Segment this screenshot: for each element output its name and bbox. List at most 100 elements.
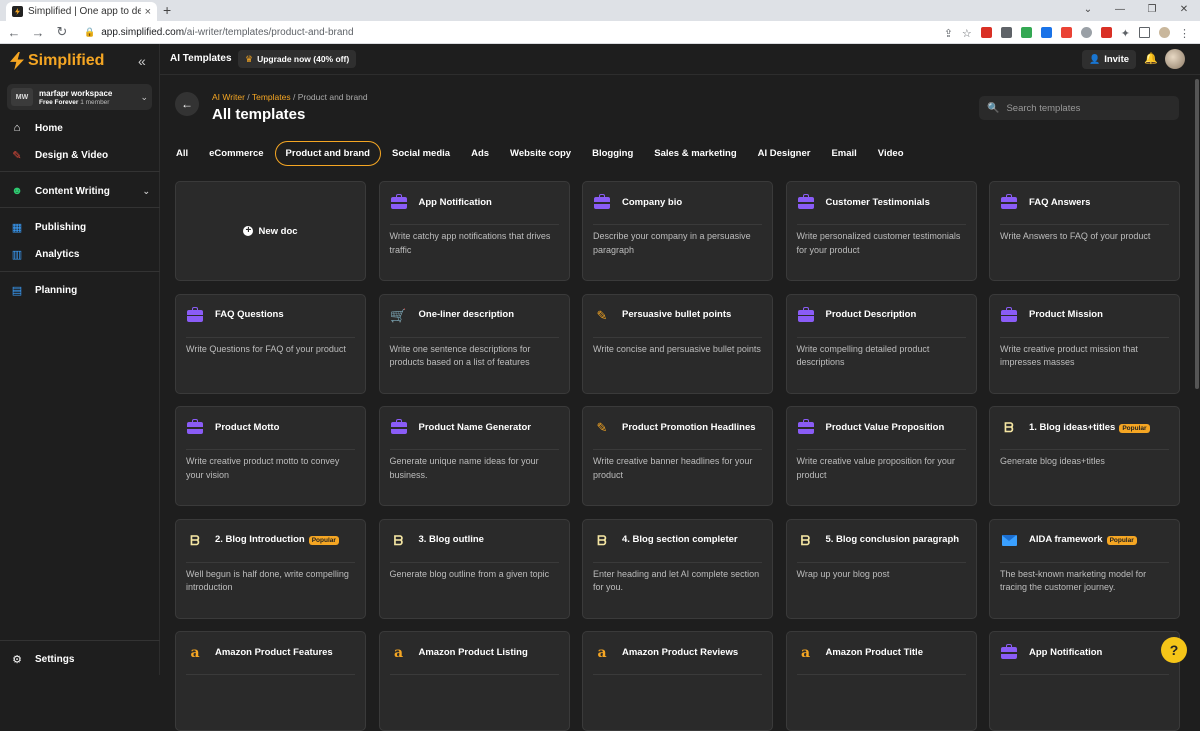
tab-ecommerce[interactable]: eCommerce [209, 141, 263, 166]
sidebar-item-home[interactable]: ⌂ Home [10, 122, 150, 134]
reload-icon[interactable]: ↻ [52, 24, 72, 40]
sidebar-item-settings[interactable]: ⚙ Settings [10, 653, 150, 666]
card-description: Write creative value proposition for you… [796, 456, 955, 480]
template-card[interactable]: Company bio Describe your company in a pe… [582, 181, 773, 281]
search-input[interactable] [1006, 102, 1167, 114]
extension-icon[interactable] [1020, 26, 1032, 38]
profile-avatar[interactable] [1159, 26, 1170, 38]
bell-icon[interactable]: 🔔 [1144, 52, 1158, 65]
tab-sales-marketing[interactable]: Sales & marketing [654, 141, 736, 166]
template-card[interactable]: AIDA framework Popular The best-known mark… [989, 518, 1180, 619]
back-button[interactable]: ← [175, 92, 199, 116]
template-card[interactable]: ᗷ 5. Blog conclusion paragraph Wrap up you… [785, 518, 977, 619]
card-description: Write catchy app notifications that driv… [389, 231, 551, 255]
template-card[interactable]: FAQ Questions Write Questions for FAQ of … [175, 293, 366, 394]
template-card[interactable]: Product Name Generator Generate unique na… [378, 406, 570, 506]
extension-icon[interactable] [1040, 26, 1052, 38]
card-title: One-liner description [418, 309, 515, 321]
puzzle-extensions-icon[interactable]: ✦ [1121, 27, 1130, 40]
new-doc-card[interactable]: + New doc [175, 181, 366, 281]
tab-video[interactable]: Video [878, 141, 904, 166]
tab-product-and-brand[interactable]: Product and brand [274, 141, 381, 166]
template-card[interactable]: Product Mission Write creative product mi… [989, 293, 1180, 394]
sidebar-item-design-video[interactable]: ✎ Design & Video [10, 149, 150, 162]
template-card[interactable]: ᗷ 4. Blog section completer Enter heading … [582, 518, 773, 619]
workspace-switcher[interactable]: MW marfapr workspace Free Forever 1 memb… [7, 84, 152, 110]
sidebar-divider [0, 207, 160, 208]
card-title: App Notification [418, 196, 492, 208]
template-card[interactable]: App Notification Write catchy app notific… [378, 181, 570, 281]
template-card[interactable]: App Notification [989, 631, 1180, 731]
calendar-icon: ▦ [11, 221, 23, 234]
template-card[interactable]: ᗷ 1. Blog ideas+titles Popular Generate blo… [989, 406, 1180, 506]
template-card[interactable]: a Amazon Product Listing [378, 631, 570, 731]
sidebar-item-publishing[interactable]: ▦ Publishing [10, 221, 150, 234]
simplified-favicon-icon [12, 6, 23, 17]
tab-all[interactable]: All [176, 141, 188, 166]
help-button[interactable]: ? [1161, 637, 1187, 663]
amazon-icon: a [800, 645, 811, 661]
extension-icon[interactable] [1000, 26, 1012, 38]
breadcrumb-ai-writer[interactable]: AI Writer [212, 92, 245, 102]
template-card[interactable]: ✎ Persuasive bullet points Write concise a… [582, 293, 773, 394]
card-header: ᗷ 3. Blog outline [389, 520, 559, 563]
template-card[interactable]: Product Description Write compelling deta… [785, 293, 977, 394]
close-window-button[interactable]: ✕ [1168, 0, 1200, 21]
back-arrow-icon[interactable]: ← [4, 25, 24, 40]
tab-close-icon[interactable]: × [145, 6, 151, 18]
cart-icon: 🛒 [390, 307, 407, 323]
tab-blogging[interactable]: Blogging [592, 141, 633, 166]
logo-text: Simplified [28, 52, 105, 69]
sidepanel-icon[interactable] [1139, 26, 1150, 38]
browser-tab[interactable]: Simplified | One app to design, c × [6, 2, 157, 21]
url-field[interactable]: 🔒 app.simplified.com/ai-writer/templates… [84, 27, 944, 38]
scrollbar[interactable] [1194, 75, 1200, 675]
briefcase-icon [797, 194, 814, 209]
minimize-button[interactable]: — [1104, 0, 1136, 21]
browser-tabbar: Simplified | One app to design, c × + ⌄ … [0, 0, 1200, 21]
card-description: Write compelling detailed product descri… [796, 343, 930, 368]
template-card[interactable]: 🛒 One-liner description Write one sentence… [378, 293, 570, 394]
more-menu-icon[interactable]: ⋮ [1179, 27, 1190, 40]
card-description: Enter heading and let AI complete sectio… [593, 568, 760, 593]
invite-button[interactable]: 👤 Invite [1082, 50, 1136, 69]
sidebar-item-label: Planning [35, 284, 78, 296]
tab-website-copy[interactable]: Website copy [510, 141, 571, 166]
template-card[interactable]: a Amazon Product Features [175, 631, 366, 731]
template-card[interactable]: a Amazon Product Reviews [582, 631, 773, 731]
template-card[interactable]: Product Value Proposition Write creative … [785, 406, 977, 506]
sidebar-item-content-writing[interactable]: ☻ Content Writing ⌄ [10, 185, 150, 197]
tab-ads[interactable]: Ads [471, 141, 489, 166]
extension-icon[interactable] [1100, 26, 1112, 38]
template-card[interactable]: Customer Testimonials Write personalized … [785, 181, 977, 281]
breadcrumb-templates[interactable]: Templates [252, 92, 291, 102]
template-card[interactable]: a Amazon Product Title [785, 631, 977, 731]
new-tab-button[interactable]: + [163, 2, 171, 18]
sidebar-item-analytics[interactable]: ▥ Analytics [10, 248, 150, 261]
bookmark-star-icon[interactable]: ☆ [962, 27, 972, 40]
template-card[interactable]: ᗷ 3. Blog outline Generate blog outline fr… [378, 518, 570, 619]
forward-arrow-icon[interactable]: → [28, 25, 48, 40]
simplified-logo[interactable]: Simplified [10, 52, 104, 70]
upgrade-button[interactable]: ♛ Upgrade now (40% off) [238, 50, 357, 68]
card-title: 2. Blog Introduction [215, 534, 305, 546]
sidebar-item-label: Design & Video [35, 149, 109, 161]
scrollbar-thumb[interactable] [1195, 79, 1199, 389]
user-avatar[interactable] [1165, 49, 1185, 69]
tab-email[interactable]: Email [831, 141, 856, 166]
template-card[interactable]: FAQ Answers Write Answers to FAQ of your … [989, 181, 1180, 281]
extension-icon[interactable] [1060, 26, 1072, 38]
tab-social-media[interactable]: Social media [392, 141, 450, 166]
template-card[interactable]: ✎ Product Promotion Headlines Write creati… [582, 406, 773, 506]
restore-button[interactable]: ❐ [1136, 0, 1168, 21]
tab-ai-designer[interactable]: AI Designer [758, 141, 811, 166]
gmail-extension-icon[interactable] [980, 26, 992, 38]
template-card[interactable]: ᗷ 2. Blog Introduction Popular Well begun i… [175, 518, 366, 619]
template-card[interactable]: Product Motto Write creative product mott… [175, 406, 366, 506]
sidebar-item-planning[interactable]: ▤ Planning [10, 284, 150, 297]
extension-icon[interactable] [1080, 26, 1092, 38]
card-header: ✎ Product Promotion Headlines [593, 407, 762, 450]
tab-search-icon[interactable]: ⌄ [1072, 0, 1104, 21]
share-icon[interactable]: ⇪ [944, 27, 953, 40]
collapse-sidebar-icon[interactable]: « [138, 53, 146, 69]
